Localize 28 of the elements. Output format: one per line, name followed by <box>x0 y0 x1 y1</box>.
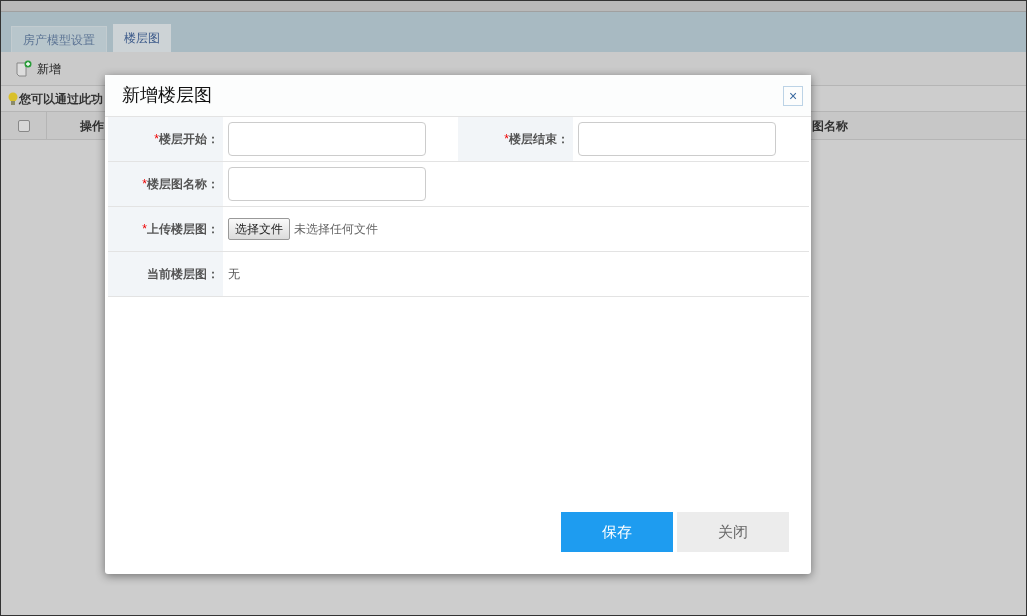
select-all-checkbox[interactable] <box>17 119 30 132</box>
add-button[interactable]: 新增 <box>15 59 61 78</box>
tab[interactable]: 楼层图 <box>113 24 171 52</box>
text-input-field[interactable] <box>228 122 426 156</box>
field-label: 当前楼层图： <box>147 266 219 283</box>
field-label: 楼层图名称： <box>147 176 219 193</box>
text-input-field[interactable] <box>228 167 426 201</box>
file-status-text: 未选择任何文件 <box>294 221 378 238</box>
field-label: 楼层结束： <box>509 131 569 148</box>
field-label: 上传楼层图： <box>147 221 219 238</box>
dialog-title: 新增楼层图 <box>122 84 212 107</box>
required-mark: * <box>142 176 147 193</box>
field-value: 无 <box>228 266 240 283</box>
hint-text: 您可以通过此功 <box>19 90 103 108</box>
add-document-icon <box>15 59 33 78</box>
required-mark: * <box>504 131 509 148</box>
tab[interactable]: 房产模型设置 <box>11 26 107 52</box>
text-input-field[interactable] <box>578 122 776 156</box>
required-mark: * <box>154 131 159 148</box>
field-label: 楼层开始： <box>159 131 219 148</box>
save-button[interactable]: 保存 <box>561 512 673 552</box>
choose-file-button[interactable]: 选择文件 <box>228 218 290 240</box>
column-header: 图名称 <box>812 117 848 135</box>
close-button[interactable]: × <box>783 85 803 106</box>
close-dialog-button[interactable]: 关闭 <box>677 512 789 552</box>
required-mark: * <box>142 221 147 238</box>
lightbulb-icon <box>7 91 19 106</box>
column-header: 操作 <box>80 117 104 135</box>
